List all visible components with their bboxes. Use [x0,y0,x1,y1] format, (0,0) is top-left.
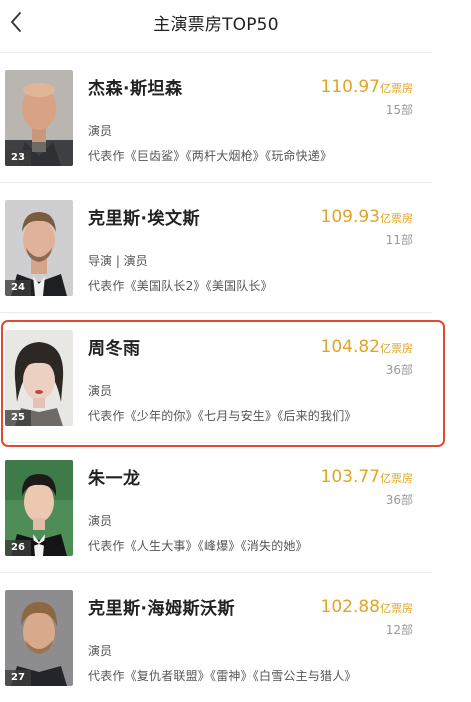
actor-name: 克里斯·海姆斯沃斯 [88,599,235,619]
representative-works: 代表作《复仇者联盟》《雷神》《白雪公主与猎人》 [88,669,357,683]
box-office: 109.93亿票房 [321,207,413,227]
box-office: 110.97亿票房 [321,77,413,97]
box-office-unit: 亿票房 [380,602,413,615]
box-office-value: 102.88 [320,597,380,617]
box-office: 102.88亿票房 [321,597,413,617]
row-divider [0,52,432,53]
actor-row[interactable]: 27 克里斯·海姆斯沃斯 102.88亿票房 12部 演员 代表作《复仇者联盟》… [0,572,432,702]
film-count: 11部 [385,233,413,247]
film-count: 12部 [385,623,413,637]
box-office-value: 103.77 [320,467,380,487]
rank-badge: 23 [5,150,31,166]
representative-works: 代表作《巨齿鲨》《两杆大烟枪》《玩命快递》 [88,149,333,163]
highlight-box [1,320,445,447]
box-office-unit: 亿票房 [380,212,413,225]
actor-name: 克里斯·埃文斯 [88,209,200,229]
actor-role: 导演 | 演员 [88,254,148,268]
actor-photo: 24 [5,200,73,296]
box-office-unit: 亿票房 [380,82,413,95]
film-count: 36部 [385,493,413,507]
box-office-unit: 亿票房 [380,472,413,485]
header-bar: 主演票房TOP50 [0,0,432,44]
actor-name: 朱一龙 [88,469,141,489]
box-office: 103.77亿票房 [321,467,413,487]
representative-works: 代表作《人生大事》《峰爆》《消失的她》 [88,539,308,553]
actor-row[interactable]: 23 杰森·斯坦森 110.97亿票房 15部 演员 代表作《巨齿鲨》《两杆大烟… [0,52,432,182]
row-divider [0,312,432,313]
row-divider [0,182,432,183]
rank-badge: 24 [5,280,31,296]
actor-row[interactable]: 24 克里斯·埃文斯 109.93亿票房 11部 导演 | 演员 代表作《美国队… [0,182,432,312]
actor-role: 演员 [88,514,113,528]
actor-photo: 26 [5,460,73,556]
actor-row[interactable]: 26 朱一龙 103.77亿票房 36部 演员 代表作《人生大事》《峰爆》《消失… [0,442,432,572]
actor-name: 杰森·斯坦森 [88,79,183,99]
actor-role: 演员 [88,124,113,138]
page-title: 主演票房TOP50 [153,15,279,35]
box-office-value: 110.97 [320,77,380,97]
box-office-value: 109.93 [320,207,380,227]
actor-photo: 23 [5,70,73,166]
rank-badge: 26 [5,540,31,556]
row-divider [0,572,432,573]
actor-photo: 27 [5,590,73,686]
representative-works: 代表作《美国队长2》《美国队长》 [88,279,273,293]
film-count: 15部 [385,103,413,117]
rank-badge: 27 [5,670,31,686]
actor-role: 演员 [88,644,113,658]
